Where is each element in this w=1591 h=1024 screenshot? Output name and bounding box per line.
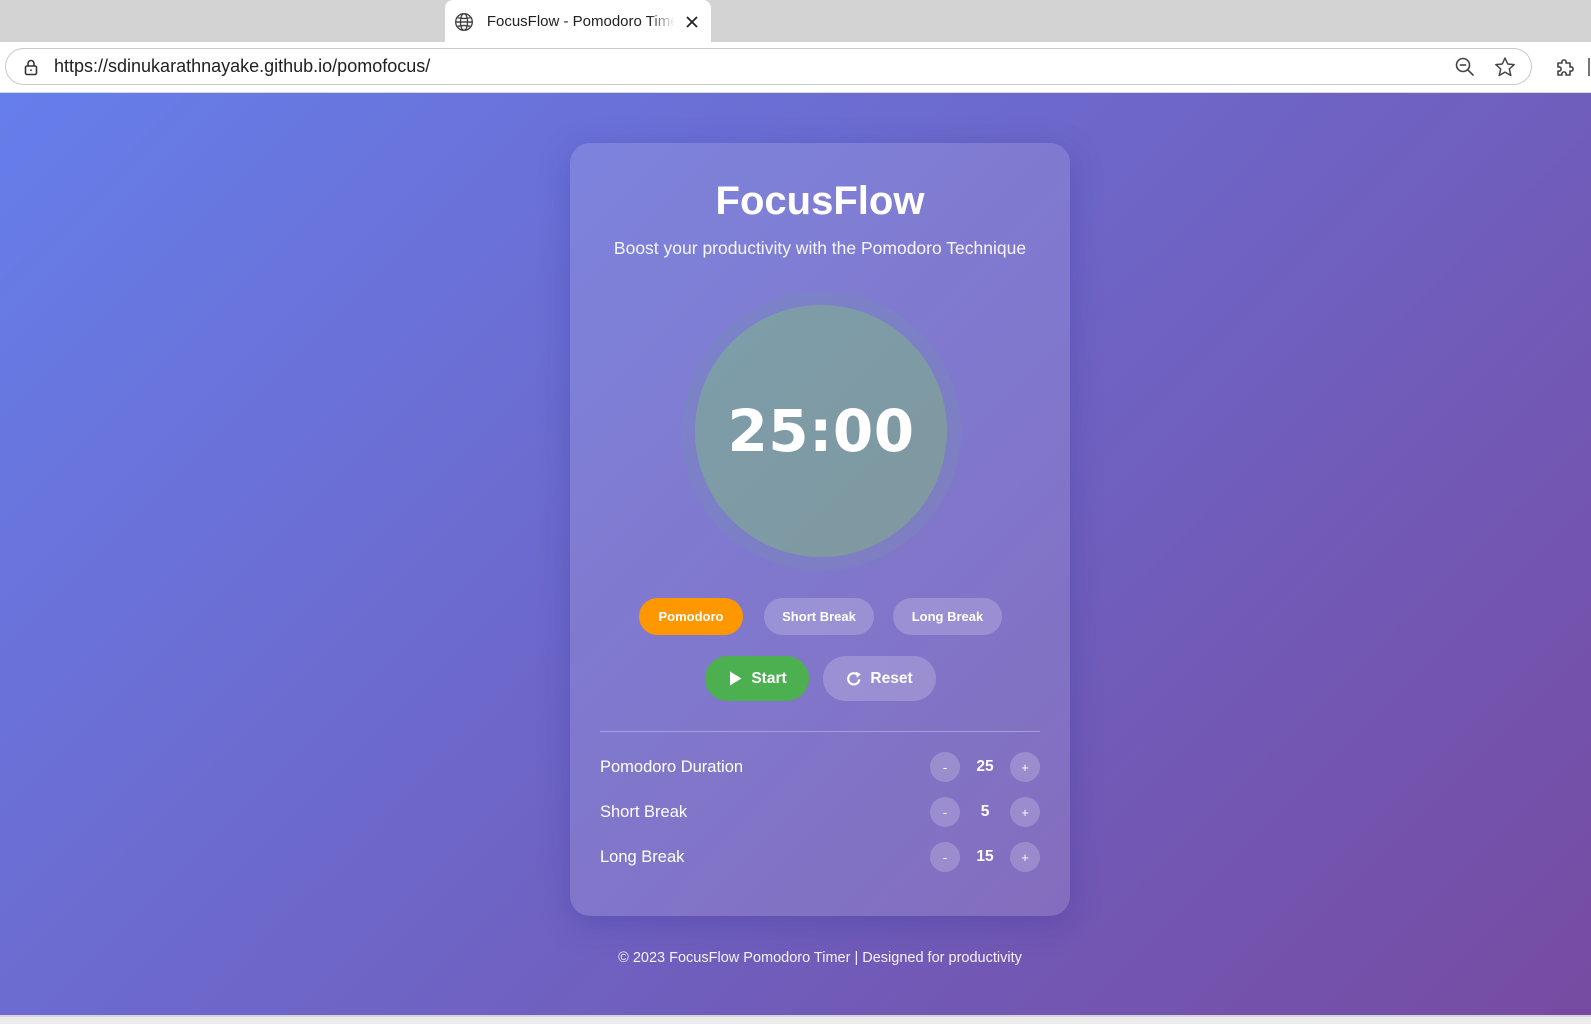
redo-icon: [846, 671, 862, 687]
window-bottom-edge: [0, 1015, 1591, 1024]
url-text[interactable]: https://sdinukarathnayake.github.io/pomo…: [54, 56, 1439, 77]
app-subtitle: Boost your productivity with the Pomodor…: [613, 238, 1027, 258]
page-viewport: FocusFlow Boost your productivity with t…: [0, 93, 1591, 1015]
reset-button[interactable]: Reset: [823, 656, 936, 701]
timer-face: 25:00: [695, 305, 947, 557]
decrease-button[interactable]: -: [930, 752, 960, 782]
settings-divider: [600, 731, 1040, 732]
setting-value: 5: [980, 803, 990, 820]
tab-strip: FocusFlow - Pomodoro Timer: [0, 0, 1591, 43]
setting-value: 15: [976, 848, 994, 865]
setting-short-break: Short Break - 5 +: [600, 797, 1040, 829]
decrease-button[interactable]: -: [930, 797, 960, 827]
setting-value: 25: [976, 758, 994, 775]
setting-long-break: Long Break - 15 +: [600, 842, 1040, 874]
setting-label: Pomodoro Duration: [600, 758, 744, 776]
decrease-button[interactable]: -: [930, 842, 960, 872]
duration-stepper: - 15 +: [930, 842, 1040, 874]
app-title: FocusFlow: [715, 179, 925, 223]
reset-label: Reset: [870, 669, 913, 687]
play-icon: [727, 671, 743, 687]
star-icon[interactable]: [1491, 53, 1519, 81]
puzzle-icon[interactable]: [1552, 54, 1578, 80]
increase-button[interactable]: +: [1010, 842, 1040, 872]
setting-pomodoro-duration: Pomodoro Duration - 25 +: [600, 752, 1040, 784]
start-button[interactable]: Start: [705, 656, 809, 701]
timer-display: 25:00: [727, 397, 915, 465]
duration-stepper: - 25 +: [930, 752, 1040, 784]
mode-selector: Pomodoro Short Break Long Break: [570, 598, 1070, 636]
toolbar-separator: [1588, 58, 1590, 76]
setting-label: Short Break: [600, 803, 688, 821]
start-label: Start: [751, 669, 787, 687]
long-break-mode-button[interactable]: Long Break: [893, 598, 1002, 635]
increase-button[interactable]: +: [1010, 797, 1040, 827]
timer-ring: 25:00: [681, 291, 961, 571]
close-icon[interactable]: [683, 13, 701, 31]
zoom-out-icon[interactable]: [1451, 53, 1479, 81]
tab-title: FocusFlow - Pomodoro Timer: [486, 13, 676, 30]
duration-stepper: - 5 +: [930, 797, 1040, 829]
page-footer: © 2023 FocusFlow Pomodoro Timer | Design…: [618, 950, 1022, 966]
browser-tab[interactable]: FocusFlow - Pomodoro Timer: [445, 0, 711, 43]
timer-controls: Start Reset: [570, 656, 1070, 702]
browser-toolbar: https://sdinukarathnayake.github.io/pomo…: [0, 42, 1591, 93]
lock-icon[interactable]: [21, 57, 41, 77]
pomodoro-mode-button[interactable]: Pomodoro: [639, 598, 743, 635]
address-bar[interactable]: https://sdinukarathnayake.github.io/pomo…: [5, 48, 1532, 85]
globe-icon: [453, 11, 475, 33]
increase-button[interactable]: +: [1010, 752, 1040, 782]
short-break-mode-button[interactable]: Short Break: [764, 598, 874, 635]
timer-card: FocusFlow Boost your productivity with t…: [570, 143, 1070, 916]
setting-label: Long Break: [600, 848, 685, 866]
